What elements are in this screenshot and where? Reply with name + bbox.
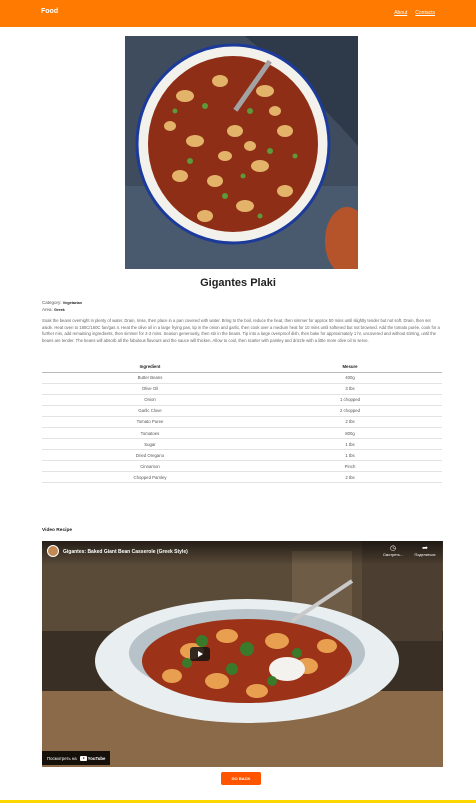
measure-cell: 1 chopped xyxy=(258,394,442,406)
category-value: Vegetarian xyxy=(62,301,82,305)
ingredient-cell: Garlic Clove xyxy=(42,405,258,417)
channel-avatar[interactable] xyxy=(47,545,59,557)
video-thumbnail xyxy=(42,541,443,767)
ingredient-cell: Onion xyxy=(42,394,258,406)
youtube-play-icon xyxy=(79,755,87,761)
table-row: Cinnamon Pinch xyxy=(42,460,442,473)
play-button[interactable] xyxy=(190,647,210,661)
ingredient-cell: Sugar xyxy=(42,438,258,451)
watch-on-youtube-button[interactable]: Посмотреть на YouTube xyxy=(42,751,111,765)
table-row: Garlic Clove 2 chopped xyxy=(42,405,442,417)
watch-later-label: Смотреть... xyxy=(382,553,404,557)
category-label: Category: xyxy=(42,300,62,305)
watch-on-label: Посмотреть на xyxy=(47,755,77,761)
table-header-row: Ingredient Mesure xyxy=(42,361,442,373)
nav-link-contacts[interactable]: Contacts xyxy=(415,10,435,16)
ingredient-cell: Chopped Parsley xyxy=(42,471,258,484)
measure-cell: 2 chopped xyxy=(258,405,442,417)
dish-illustration xyxy=(125,36,358,269)
ingredients-table: Ingredient Mesure Butter Beans 400g Olive… xyxy=(42,361,442,484)
brand-logo[interactable]: Food xyxy=(41,8,58,15)
table-row: Chopped Parsley 2 tbs xyxy=(42,471,442,484)
video-top-bar: Gigantes: Baked Giant Bean Casserole (Gr… xyxy=(42,541,443,565)
table-row: Onion 1 chopped xyxy=(42,394,442,406)
measure-cell: 2 tbs xyxy=(258,471,442,484)
header-mesure: Mesure xyxy=(258,361,442,373)
youtube-wordmark: YouTube xyxy=(87,755,106,761)
nav-links: About Contacts xyxy=(394,10,435,16)
video-title[interactable]: Gigantes: Baked Giant Bean Casserole (Gr… xyxy=(63,549,188,555)
recipe-area: Area: Greek xyxy=(42,307,65,312)
measure-cell: 1 tbs xyxy=(258,438,442,451)
measure-cell: 800g xyxy=(258,427,442,440)
measure-cell: 2 tbs xyxy=(258,416,442,428)
table-row: Butter Beans 400g xyxy=(42,372,442,384)
table-row: Dried Oregano 1 tbs xyxy=(42,449,442,462)
share-button[interactable]: ➦ Поделиться xyxy=(413,545,437,557)
go-back-button[interactable]: GO BACK xyxy=(221,772,261,785)
recipe-instructions: Soak the beans overnight in plenty of wa… xyxy=(42,318,440,344)
table-row: Tomato Puree 2 tbs xyxy=(42,416,442,428)
area-label: Area: xyxy=(42,307,53,312)
table-row: Olive Oil 3 tbs xyxy=(42,383,442,395)
recipe-title: Gigantes Plaki xyxy=(200,277,276,289)
ingredient-cell: Tomato Puree xyxy=(42,416,258,428)
measure-cell: Pinch xyxy=(258,460,442,473)
measure-cell: 400g xyxy=(258,372,442,384)
ingredient-cell: Tomatoes xyxy=(42,427,258,440)
area-value: Greek xyxy=(54,308,65,312)
header-ingredient: Ingredient xyxy=(42,361,258,373)
recipe-image xyxy=(125,36,358,269)
nav-link-about[interactable]: About xyxy=(394,10,407,16)
clock-icon: ◷ xyxy=(389,545,397,552)
ingredient-cell: Cinnamon xyxy=(42,460,258,473)
table-row: Tomatoes 800g xyxy=(42,427,442,440)
table-row: Sugar 1 tbs xyxy=(42,438,442,451)
measure-cell: 3 tbs xyxy=(258,383,442,395)
watch-later-button[interactable]: ◷ Смотреть... xyxy=(381,545,405,557)
video-player[interactable]: Gigantes: Baked Giant Bean Casserole (Gr… xyxy=(42,541,443,767)
top-navbar: Food About Contacts xyxy=(0,0,476,27)
recipe-category: Category: Vegetarian xyxy=(42,300,82,305)
ingredient-cell: Olive Oil xyxy=(42,383,258,395)
ingredient-cell: Dried Oregano xyxy=(42,449,258,462)
ingredient-cell: Butter Beans xyxy=(42,372,258,384)
youtube-logo: YouTube xyxy=(79,755,106,761)
share-label: Поделиться xyxy=(414,553,436,557)
measure-cell: 1 tbs xyxy=(258,449,442,462)
share-icon: ➦ xyxy=(422,545,428,552)
video-section-label: Video Recipe xyxy=(42,528,73,533)
